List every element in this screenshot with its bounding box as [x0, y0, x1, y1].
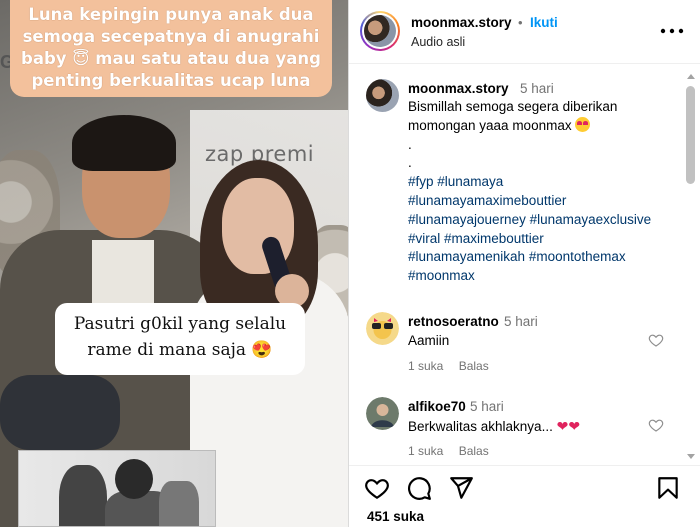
likes-count[interactable]: 451 suka: [367, 509, 424, 524]
hashtag-line[interactable]: #fyp #lunamaya: [408, 173, 683, 192]
comment-timestamp: 5 hari: [504, 314, 538, 329]
media-caption-middle: Pasutri g0kil yang selalu rame di mana s…: [55, 303, 305, 375]
media-inset-photo: [18, 450, 216, 527]
caption-text: Bismillah semoga segera diberikan momong…: [408, 98, 683, 286]
caption-timestamp: 5 hari: [520, 81, 554, 96]
inset-figure: [59, 465, 107, 526]
comments-scroll-area[interactable]: moonmax.story 5 hari Bismillah semoga se…: [349, 65, 700, 458]
post-panel: moonmax.story • Ikuti Audio asli moonmax…: [349, 0, 700, 527]
caption-avatar[interactable]: [366, 79, 399, 112]
profile-avatar[interactable]: [360, 11, 400, 51]
hashtag-line[interactable]: #viral #maximebouttier: [408, 230, 683, 249]
hashtag-line[interactable]: #lunamayamaximebouttier: [408, 192, 683, 211]
comment-meta: 1 suka Balas: [408, 359, 501, 373]
post-header: moonmax.story • Ikuti Audio asli: [349, 0, 700, 64]
comment-username[interactable]: retnosoeratno: [408, 314, 499, 329]
caption-line: momongan yaaa moonmax: [408, 116, 683, 136]
bookmark-icon[interactable]: [655, 475, 681, 501]
post-actions-bar: [349, 465, 700, 505]
hashtag-line[interactable]: #moonmax: [408, 267, 683, 286]
comment-text: Berkwalitas akhlaknya... ❤❤: [408, 418, 581, 434]
heart-eyes-emoji-icon: [575, 116, 591, 132]
post-media[interactable]: zap premi GY Luna kepingin punya anak du…: [0, 0, 348, 527]
caption-username[interactable]: moonmax.story: [408, 81, 509, 96]
comment-username[interactable]: alfikoe70: [408, 399, 466, 414]
comment-avatar[interactable]: [366, 312, 399, 345]
inset-figure: [115, 459, 153, 499]
media-caption-top: Luna kepingin punya anak dua semoga sece…: [10, 0, 332, 97]
comments-scrollbar[interactable]: [685, 74, 696, 459]
comment-meta: 1 suka Balas: [408, 444, 501, 458]
comment-avatar[interactable]: [366, 397, 399, 430]
red-heart-emoji-icon: ❤❤: [556, 418, 581, 434]
inset-figure: [159, 481, 199, 526]
heart-icon[interactable]: [648, 417, 664, 433]
caption-line: Bismillah semoga segera diberikan: [408, 99, 618, 114]
man-hair: [72, 115, 176, 171]
heart-icon[interactable]: [364, 475, 390, 501]
hashtag-line[interactable]: #lunamayamenikah #moontothemax: [408, 248, 683, 267]
header-username[interactable]: moonmax.story: [411, 15, 512, 30]
comment-icon[interactable]: [406, 475, 432, 501]
more-horizontal-icon[interactable]: [657, 16, 687, 46]
scroll-down-icon[interactable]: [687, 454, 695, 459]
header-separator: •: [518, 15, 523, 30]
heart-icon[interactable]: [648, 332, 664, 348]
hashtag-line[interactable]: #lunamayajouerney #lunamayaexclusive: [408, 211, 683, 230]
comment-likes[interactable]: 1 suka: [408, 444, 443, 458]
comment-reply-button[interactable]: Balas: [459, 444, 489, 458]
follow-button[interactable]: Ikuti: [530, 15, 558, 30]
scrollbar-thumb[interactable]: [686, 86, 695, 184]
caption-dot: .: [408, 155, 412, 171]
scroll-up-icon[interactable]: [687, 74, 695, 79]
comment-text: Aamiin: [408, 333, 450, 348]
comment-timestamp: 5 hari: [470, 399, 504, 414]
comment-likes[interactable]: 1 suka: [408, 359, 443, 373]
send-icon[interactable]: [448, 475, 474, 501]
caption-dot: .: [408, 136, 412, 152]
comment-reply-button[interactable]: Balas: [459, 359, 489, 373]
man-arm: [0, 375, 120, 450]
audio-label[interactable]: Audio asli: [411, 35, 465, 49]
